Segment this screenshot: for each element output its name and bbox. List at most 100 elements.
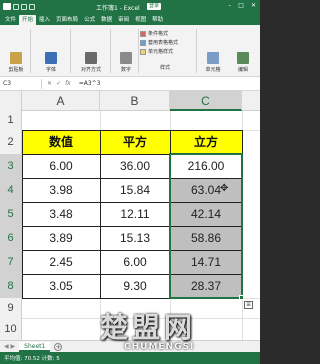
column-header-c[interactable]: C xyxy=(170,91,242,111)
cell-c8[interactable]: 28.37 xyxy=(170,274,242,298)
cell-a7[interactable]: 2.45 xyxy=(22,250,100,274)
undo-icon[interactable] xyxy=(21,3,27,10)
cell-b8[interactable]: 9.30 xyxy=(100,274,170,298)
tab-home[interactable]: 开始 xyxy=(19,15,37,25)
add-sheet-button[interactable]: + xyxy=(54,342,63,351)
font-label: 字体 xyxy=(45,67,56,73)
alignment-group[interactable]: 对齐方式 xyxy=(74,27,108,73)
format-as-table-label: 套用表格格式 xyxy=(148,40,179,46)
cell-b4[interactable]: 15.84 xyxy=(100,178,170,202)
cancel-icon[interactable]: ✕ xyxy=(47,80,52,87)
table-divider xyxy=(22,202,243,203)
tab-view[interactable]: 视图 xyxy=(132,15,149,25)
cell-a8[interactable]: 3.05 xyxy=(22,274,100,298)
header-cell-cube[interactable]: 立方 xyxy=(170,130,242,154)
table-format-icon xyxy=(140,39,146,46)
cell-a4[interactable]: 3.98 xyxy=(22,178,100,202)
column-headers: A B C xyxy=(0,91,260,111)
row-header-6[interactable]: 6 xyxy=(0,226,22,250)
conditional-format-label: 条件格式 xyxy=(148,31,169,37)
tab-review[interactable]: 审阅 xyxy=(115,15,132,25)
worksheet-grid[interactable]: A B C 1 2 3 4 5 6 7 8 9 10 数值 平方 立方 6.00… xyxy=(0,91,260,340)
format-as-table-button[interactable]: 套用表格格式 xyxy=(140,38,194,47)
tab-formulas[interactable]: 公式 xyxy=(81,15,98,25)
row-header-9[interactable]: 9 xyxy=(0,298,22,318)
window-title: 工作簿1 - Excel xyxy=(96,5,140,12)
table-divider xyxy=(170,130,171,298)
cell-b7[interactable]: 6.00 xyxy=(100,250,170,274)
table-divider xyxy=(100,130,101,298)
quick-analysis-icon[interactable]: ⊞ xyxy=(244,301,253,309)
gridline xyxy=(22,318,260,319)
name-box[interactable]: C3 xyxy=(0,78,42,89)
row-header-5[interactable]: 5 xyxy=(0,202,22,226)
cell-c6[interactable]: 58.86 xyxy=(170,226,242,250)
row-header-7[interactable]: 7 xyxy=(0,250,22,274)
conditional-format-icon xyxy=(140,30,146,37)
row-header-8[interactable]: 8 xyxy=(0,274,22,298)
cell-b3[interactable]: 36.00 xyxy=(100,154,170,178)
insert-function-icon[interactable]: fx xyxy=(65,80,71,87)
number-group[interactable]: 数字 xyxy=(114,27,138,73)
close-button[interactable]: ✕ xyxy=(251,2,256,9)
header-cell-square[interactable]: 平方 xyxy=(100,130,170,154)
table-divider xyxy=(22,178,243,179)
cell-a5[interactable]: 3.48 xyxy=(22,202,100,226)
minimize-button[interactable]: – xyxy=(228,2,231,9)
font-group[interactable]: 字体 xyxy=(36,27,66,73)
conditional-format-button[interactable]: 条件格式 xyxy=(140,29,194,38)
cell-styles-label: 单元格样式 xyxy=(148,49,174,55)
paste-icon xyxy=(10,52,22,64)
tab-insert[interactable]: 插入 xyxy=(36,15,53,25)
cell-b6[interactable]: 15.13 xyxy=(100,226,170,250)
enter-icon[interactable]: ✓ xyxy=(56,80,61,87)
row-header-3[interactable]: 3 xyxy=(0,154,22,178)
cell-styles-icon xyxy=(140,48,146,55)
ribbon: 剪贴板 字体 对齐方式 数字 条件格式 套用表格格式 单元格样式 样式 单元格 xyxy=(0,25,260,77)
sheet-tab-sheet1[interactable]: Sheet1 xyxy=(19,341,51,352)
sheet-tab-bar: ◀ ▶ Sheet1 + xyxy=(0,340,260,352)
styles-group: 条件格式 套用表格格式 单元格样式 xyxy=(140,29,194,56)
tab-data[interactable]: 数据 xyxy=(98,15,115,25)
title-bar: 工作簿1 - Excel 登录 – □ ✕ xyxy=(0,0,260,13)
cell-a6[interactable]: 3.89 xyxy=(22,226,100,250)
cell-c7[interactable]: 14.71 xyxy=(170,250,242,274)
row-header-4[interactable]: 4 xyxy=(0,178,22,202)
column-header-b[interactable]: B xyxy=(100,91,170,111)
row-header-10[interactable]: 10 xyxy=(0,318,22,340)
clipboard-group[interactable]: 剪贴板 xyxy=(4,27,28,73)
tab-help[interactable]: 帮助 xyxy=(149,15,166,25)
align-icon xyxy=(85,52,97,64)
tab-page-layout[interactable]: 页面布局 xyxy=(53,15,81,25)
cell-c4[interactable]: 63.04 xyxy=(170,178,242,202)
fill-handle[interactable] xyxy=(239,295,244,300)
formula-input[interactable]: =A3^3 xyxy=(76,80,101,87)
ribbon-divider xyxy=(196,29,197,73)
table-divider xyxy=(22,154,243,155)
clipboard-label: 剪贴板 xyxy=(8,67,24,73)
cells-group[interactable]: 单元格 xyxy=(200,27,226,73)
sign-in-button[interactable]: 登录 xyxy=(147,3,162,10)
cell-b5[interactable]: 12.11 xyxy=(100,202,170,226)
table-divider xyxy=(22,226,243,227)
editing-group[interactable]: 编辑 xyxy=(230,27,256,73)
column-header-a[interactable]: A xyxy=(22,91,100,111)
cell-c5[interactable]: 42.14 xyxy=(170,202,242,226)
sheet-nav-arrows[interactable]: ◀ ▶ xyxy=(0,343,19,350)
select-all-button[interactable] xyxy=(0,91,22,111)
excel-logo-icon xyxy=(3,3,11,10)
row-header-2[interactable]: 2 xyxy=(0,130,22,154)
search-icon xyxy=(237,52,249,64)
save-icon[interactable] xyxy=(13,3,19,10)
status-bar: 平均值: 70.52 计数: 5 xyxy=(0,352,260,364)
cell-a3[interactable]: 6.00 xyxy=(22,154,100,178)
tab-file[interactable]: 文件 xyxy=(2,15,19,25)
header-cell-value[interactable]: 数值 xyxy=(22,130,100,154)
row-header-1[interactable]: 1 xyxy=(0,111,22,130)
cell-c3[interactable]: 216.00 xyxy=(170,154,242,178)
cell-styles-button[interactable]: 单元格样式 xyxy=(140,47,194,56)
gridline xyxy=(22,298,260,299)
ribbon-divider xyxy=(30,29,31,73)
maximize-button[interactable]: □ xyxy=(238,2,244,9)
redo-icon[interactable] xyxy=(29,3,35,10)
